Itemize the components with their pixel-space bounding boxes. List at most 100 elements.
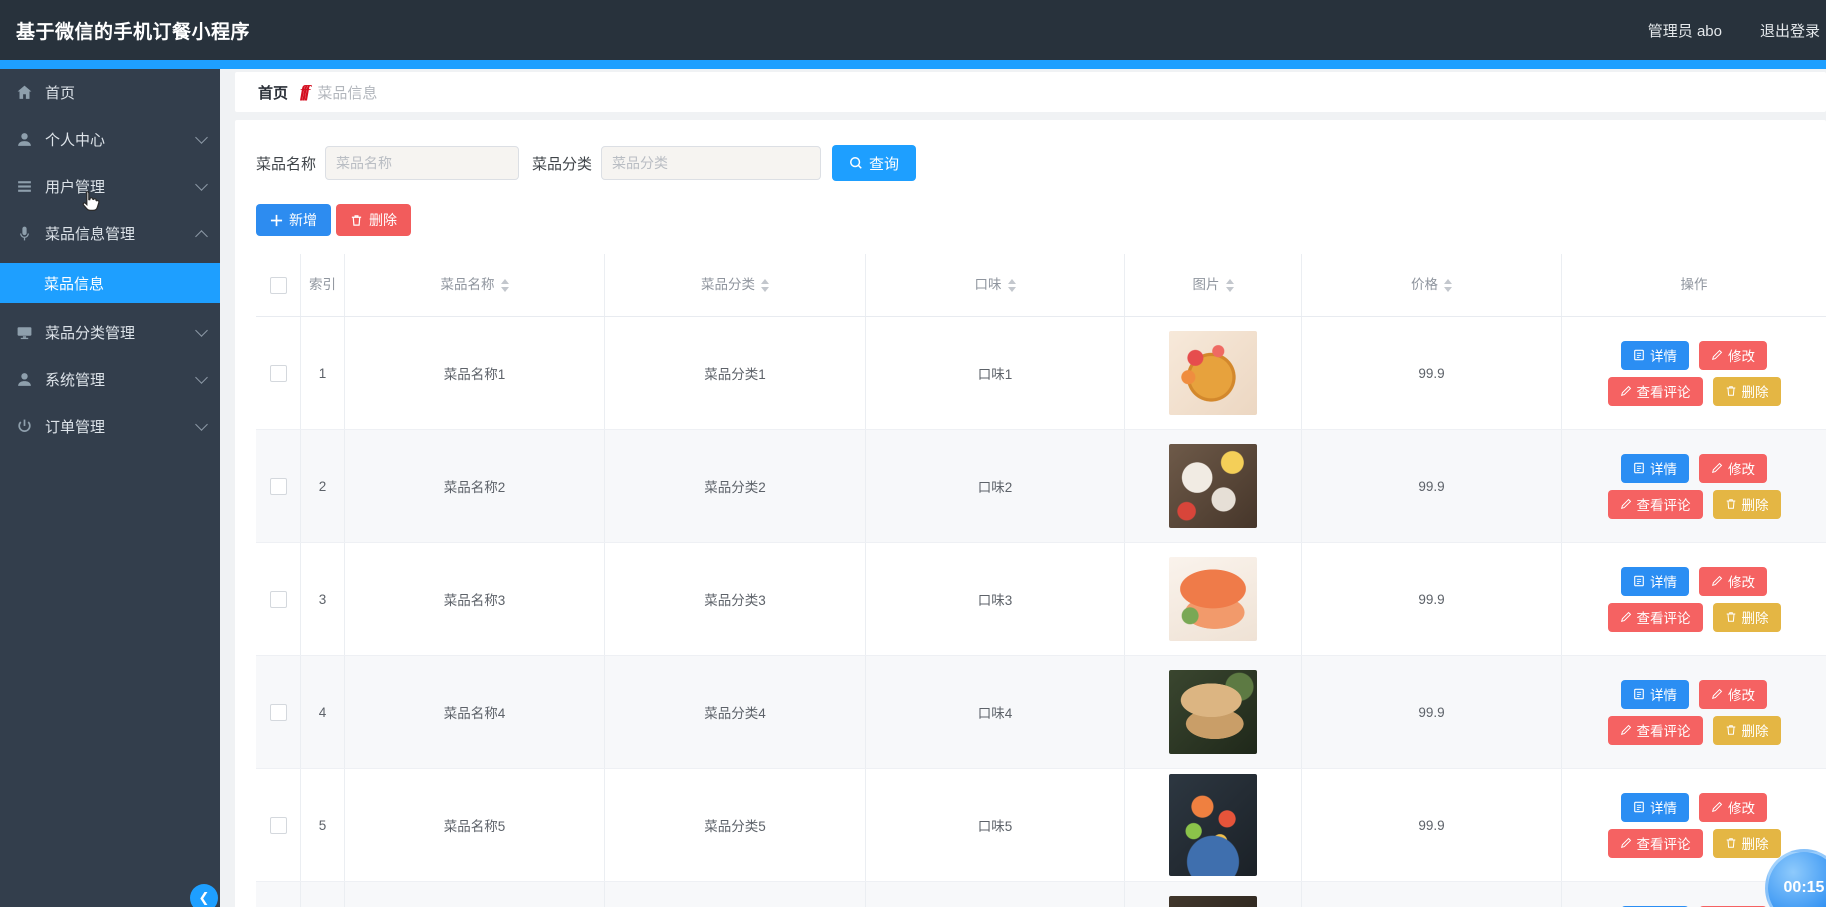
view-comments-button[interactable]: 查看评论 [1608,716,1703,745]
sidebar-subitem-dish-info-active[interactable]: 菜品信息 [0,263,220,303]
delete-button-label: 删除 [369,210,397,230]
sort-icon[interactable] [1226,279,1234,292]
trash-icon [350,214,363,227]
sidebar-item-dish-info-management[interactable]: 菜品信息管理 [0,210,220,257]
cell-index: 5 [301,769,345,881]
view-comments-button[interactable]: 查看评论 [1608,829,1703,858]
sidebar-collapse-button[interactable]: ❮ [190,884,218,907]
edit-button[interactable]: 修改 [1699,454,1767,483]
document-icon [1633,349,1645,361]
sort-icon[interactable] [761,279,769,292]
add-button[interactable]: 新增 [256,204,331,236]
trash-icon [1725,724,1737,736]
dish-photo [1169,670,1257,754]
view-comments-button[interactable]: 查看评论 [1608,603,1703,632]
sidebar-item-label: 个人中心 [45,129,105,150]
row-checkbox[interactable] [270,817,287,834]
row-checkbox[interactable] [270,365,287,382]
breadcrumb-home-link[interactable]: 首页 [258,82,288,103]
admin-user-label[interactable]: 管理员 abo [1648,20,1722,41]
detail-button[interactable]: 详情 [1621,793,1689,822]
search-icon [849,156,863,170]
detail-button[interactable]: 详情 [1621,454,1689,483]
chevron-up-icon [195,230,208,243]
select-all-checkbox[interactable] [270,277,287,294]
cell-flavor: 口味4 [866,656,1125,768]
cell-price: 99.9 [1302,769,1562,881]
detail-button[interactable]: 详情 [1621,341,1689,370]
app-title: 基于微信的手机订餐小程序 [16,17,250,44]
pencil-icon [1711,349,1723,361]
sidebar-item-profile[interactable]: 个人中心 [0,116,220,163]
column-header-flavor[interactable]: 口味 [866,254,1125,316]
column-header-image[interactable]: 图片 [1125,254,1302,316]
logout-link[interactable]: 退出登录 [1760,20,1820,41]
row-delete-button[interactable]: 删除 [1713,829,1781,858]
sidebar-item-label: 用户管理 [45,176,105,197]
sort-icon[interactable] [501,279,509,292]
cell-index: 4 [301,656,345,768]
sidebar-item-home[interactable]: 首页 [0,69,220,116]
row-delete-button[interactable]: 删除 [1713,716,1781,745]
detail-button[interactable]: 详情 [1621,567,1689,596]
row-delete-button[interactable]: 删除 [1713,603,1781,632]
pencil-icon [1711,688,1723,700]
row-delete-button[interactable]: 删除 [1713,377,1781,406]
pencil-icon [1620,611,1632,623]
cell-dish-name: 菜品名称5 [345,769,605,881]
edit-button[interactable]: 修改 [1699,567,1767,596]
column-header-price[interactable]: 价格 [1302,254,1562,316]
document-icon [1633,688,1645,700]
table-row: 1 菜品名称1 菜品分类1 口味1 99.9 详情 修改 查看评论 删除 [256,317,1826,430]
row-checkbox[interactable] [270,704,287,721]
cell-dish-name: 菜品名称3 [345,543,605,655]
dish-name-label: 菜品名称 [256,153,316,174]
search-button[interactable]: 查询 [832,145,916,181]
table-header-row: 索引 菜品名称 菜品分类 口味 图片 价格 操作 [256,254,1826,317]
pencil-icon [1620,724,1632,736]
edit-button[interactable]: 修改 [1699,793,1767,822]
pencil-icon [1711,462,1723,474]
dish-photo [1169,331,1257,415]
content-panel: 菜品名称 菜品分类 查询 新增 删除 [235,120,1826,907]
edit-button[interactable]: 修改 [1699,341,1767,370]
toolbar: 新增 删除 [256,204,1826,236]
sort-icon[interactable] [1444,279,1452,292]
view-comments-button[interactable]: 查看评论 [1608,490,1703,519]
pencil-icon [1620,498,1632,510]
table-row: 2 菜品名称2 菜品分类2 口味2 99.9 详情 修改 查看评论 删除 [256,430,1826,543]
sidebar: 首页 个人中心 用户管理 菜品信息管理 菜品信息 菜品分类管理 系统管理 [0,69,220,907]
document-icon [1633,462,1645,474]
table-row: 详情 修改 查看评论 删除 [256,882,1826,907]
row-checkbox[interactable] [270,478,287,495]
cell-flavor: 口味1 [866,317,1125,429]
sidebar-item-label: 首页 [45,82,75,103]
cell-price [1302,882,1562,907]
detail-button[interactable]: 详情 [1621,680,1689,709]
dish-category-label: 菜品分类 [532,153,592,174]
cell-index [301,882,345,907]
sidebar-item-dish-category-management[interactable]: 菜品分类管理 [0,309,220,356]
view-comments-button[interactable]: 查看评论 [1608,377,1703,406]
column-header-name[interactable]: 菜品名称 [345,254,605,316]
column-header-category[interactable]: 菜品分类 [605,254,866,316]
cell-price: 99.9 [1302,543,1562,655]
dish-photo [1169,896,1257,907]
table-row: 3 菜品名称3 菜品分类3 口味3 99.9 详情 修改 查看评论 删除 [256,543,1826,656]
filter-bar: 菜品名称 菜品分类 查询 [256,145,1826,181]
cell-flavor [866,882,1125,907]
trash-icon [1725,611,1737,623]
dish-photo [1169,557,1257,641]
row-checkbox[interactable] [270,591,287,608]
dish-name-input[interactable] [325,146,519,180]
sidebar-item-user-management[interactable]: 用户管理 [0,163,220,210]
cell-dish-category: 菜品分类4 [605,656,866,768]
row-delete-button[interactable]: 删除 [1713,490,1781,519]
sort-icon[interactable] [1008,279,1016,292]
edit-button[interactable]: 修改 [1699,680,1767,709]
dish-category-input[interactable] [601,146,821,180]
sidebar-item-order-management[interactable]: 订单管理 [0,403,220,450]
sidebar-item-system-management[interactable]: 系统管理 [0,356,220,403]
delete-button[interactable]: 删除 [336,204,411,236]
cell-flavor: 口味2 [866,430,1125,542]
